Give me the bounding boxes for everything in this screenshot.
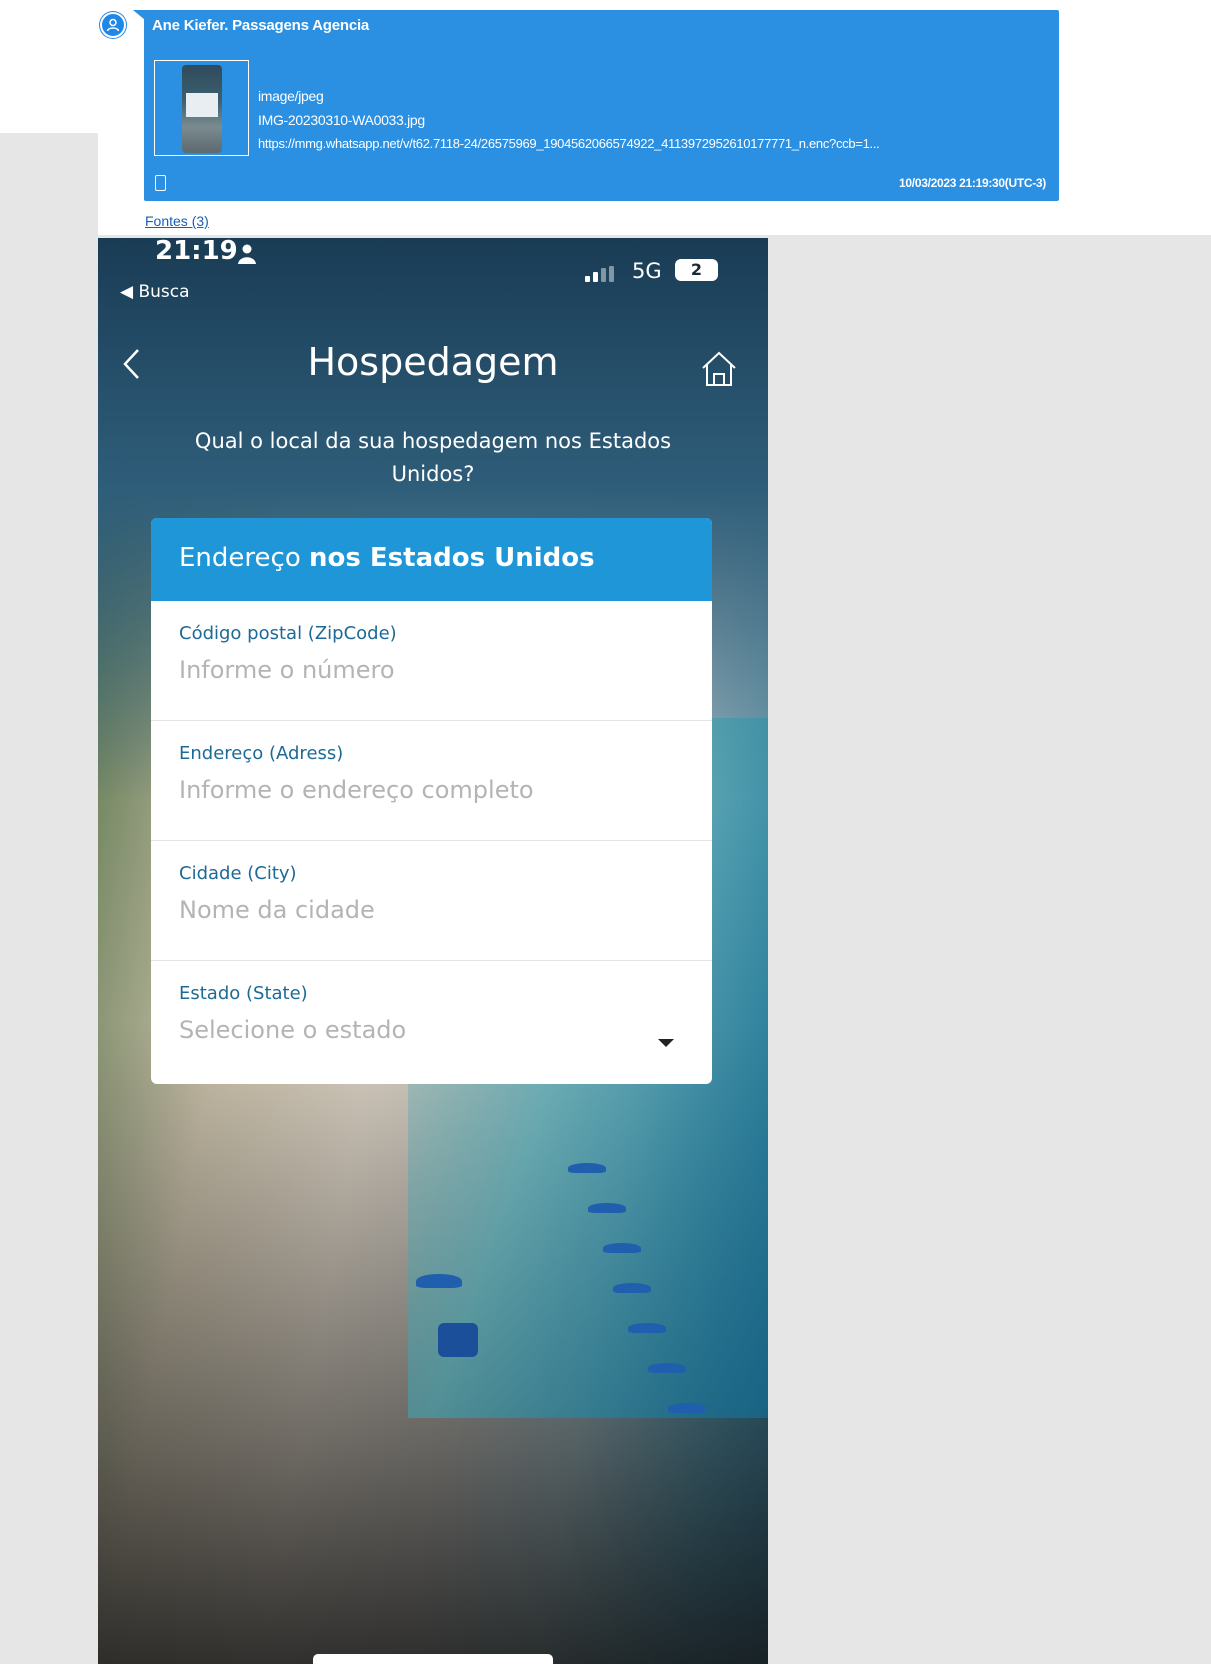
address-form: Endereço nos Estados Unidos Código posta… — [151, 518, 712, 1084]
sender-name: Ane Kiefer. Passagens Agencia — [152, 17, 370, 34]
chevron-down-icon[interactable] — [658, 1039, 674, 1047]
city-input[interactable] — [179, 896, 684, 924]
attachment-url[interactable]: https://mmg.whatsapp.net/v/t62.7118-24/2… — [258, 136, 880, 151]
state-field[interactable]: Estado (State) — [151, 961, 712, 1081]
back-to-app-link[interactable]: ◀ Busca — [120, 282, 190, 302]
question-text: Qual o local da sua hospedagem nos Estad… — [194, 429, 672, 486]
message-timestamp: 10/03/2023 21:19:30(UTC-3) — [899, 176, 1046, 190]
message-bubble[interactable] — [144, 10, 1059, 201]
city-label: Cidade (City) — [179, 863, 297, 884]
contact-avatar-icon — [100, 12, 126, 38]
signal-icon — [585, 266, 614, 282]
battery-indicator: 2 — [675, 259, 718, 281]
attachment-thumbnail[interactable] — [154, 60, 249, 156]
city-field: Cidade (City) — [151, 841, 712, 961]
home-icon[interactable] — [700, 350, 738, 388]
zipcode-label: Código postal (ZipCode) — [179, 623, 397, 644]
zipcode-field: Código postal (ZipCode) — [151, 601, 712, 721]
status-time: 21:19 — [155, 236, 238, 266]
form-header: Endereço nos Estados Unidos — [151, 518, 712, 601]
home-indicator[interactable] — [313, 1654, 553, 1664]
network-label: 5G — [632, 259, 662, 283]
attachment-type: image/jpeg — [258, 88, 324, 104]
state-label: Estado (State) — [179, 983, 308, 1004]
sources-link[interactable]: Fontes (3) — [145, 213, 209, 229]
zipcode-input[interactable] — [179, 656, 684, 684]
device-icon — [155, 175, 166, 191]
address-label: Endereço (Adress) — [179, 743, 344, 764]
attachment-filename: IMG-20230310-WA0033.jpg — [258, 112, 425, 128]
person-icon — [238, 244, 256, 264]
address-field: Endereço (Adress) — [151, 721, 712, 841]
address-input[interactable] — [179, 776, 684, 804]
page-title: Hospedagem — [307, 340, 559, 384]
form-header-bold: nos Estados Unidos — [309, 543, 595, 573]
form-header-normal: Endereço — [179, 543, 309, 573]
state-select[interactable] — [179, 1016, 684, 1044]
